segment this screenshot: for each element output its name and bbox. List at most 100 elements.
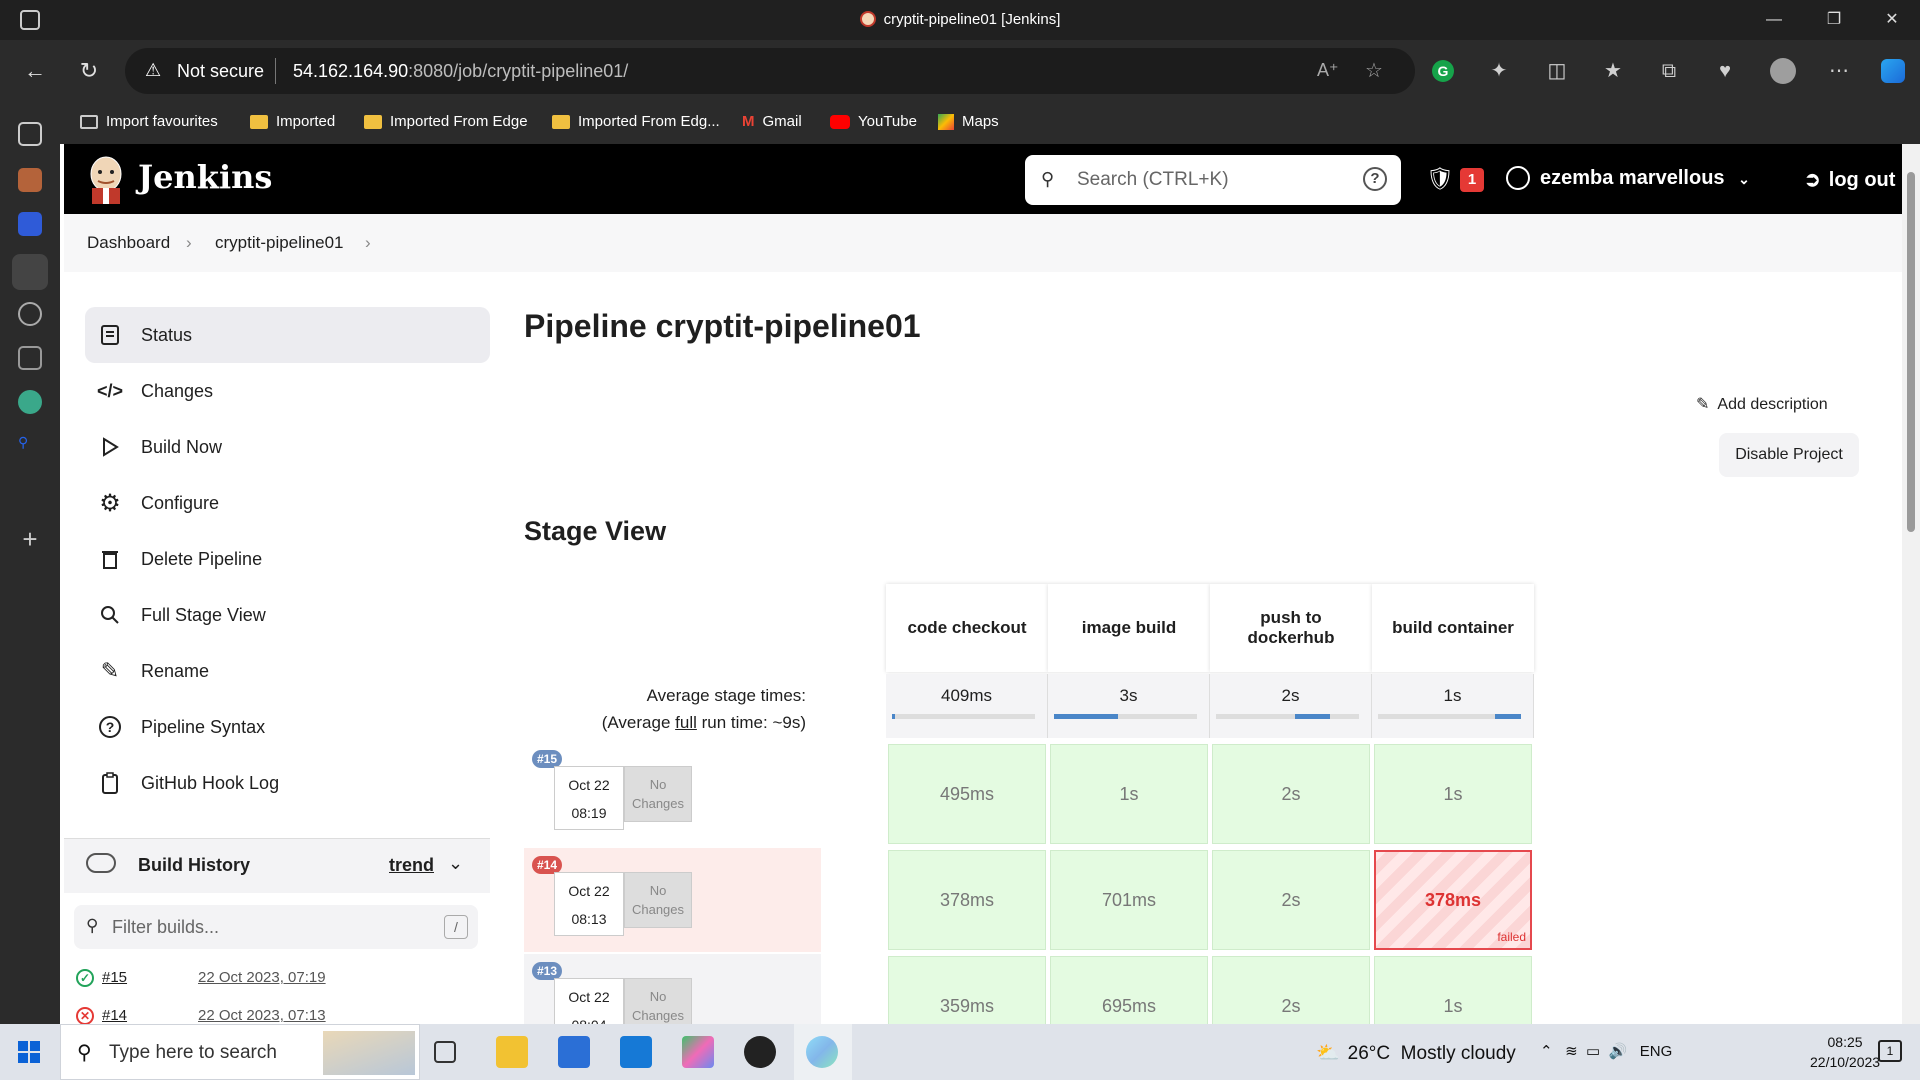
volume-icon[interactable]: 🔊	[1609, 1043, 1628, 1060]
store-icon[interactable]	[558, 1036, 590, 1068]
file-explorer-icon[interactable]	[496, 1036, 528, 1068]
task-changes[interactable]: </> Changes	[85, 363, 490, 419]
build-date[interactable]: 22 Oct 2023, 07:13	[198, 1007, 326, 1024]
extensions-icon[interactable]: ✦	[1480, 52, 1518, 90]
task-status[interactable]: Status	[85, 307, 490, 363]
task-pipeline-syntax[interactable]: ? Pipeline Syntax	[85, 699, 490, 755]
cloud-sun-icon: ⛅	[1316, 1043, 1340, 1064]
read-aloud-icon[interactable]: A⁺	[1317, 60, 1339, 81]
task-delete-pipeline[interactable]: Delete Pipeline	[85, 531, 490, 587]
filter-builds-input[interactable]: ⚲ Filter builds... /	[74, 905, 478, 949]
chevron-down-icon[interactable]: ⌄	[448, 853, 463, 874]
task-github-hook-log[interactable]: GitHub Hook Log	[85, 755, 490, 811]
copilot-icon[interactable]	[1874, 52, 1912, 90]
language-indicator[interactable]: ENG	[1640, 1043, 1673, 1060]
sidebar-docs-icon[interactable]	[18, 346, 42, 370]
security-shield-icon[interactable]: 🛡	[1426, 166, 1454, 192]
trend-link[interactable]: trend	[389, 855, 434, 876]
stage-cell-success[interactable]: 2s	[1212, 850, 1370, 950]
search-box[interactable]: ⚲ Search (CTRL+K) ?	[1025, 155, 1401, 205]
stage-view-title: Stage View	[524, 516, 667, 546]
sidebar-cloud-icon[interactable]	[18, 212, 42, 236]
page-scrollbar[interactable]	[1902, 144, 1920, 1024]
task-full-stage-view[interactable]: Full Stage View	[85, 587, 490, 643]
add-description-button[interactable]: ✎ Add description	[1696, 394, 1828, 414]
github-icon[interactable]	[18, 302, 42, 326]
fav-youtube[interactable]: YouTube	[830, 113, 917, 130]
fav-imported[interactable]: Imported	[250, 113, 335, 130]
add-sidebar-icon[interactable]: +	[18, 526, 42, 552]
jenkins-logo-icon[interactable]	[86, 154, 126, 204]
breadcrumb-dashboard[interactable]: Dashboard	[87, 233, 170, 253]
build-number[interactable]: #14	[102, 1007, 127, 1024]
sidebar-search-icon[interactable]: ⚲	[18, 434, 42, 458]
restore-button[interactable]: ❐	[1806, 0, 1862, 40]
stage-cell-success[interactable]: 1s	[1374, 744, 1532, 844]
favorite-star-icon[interactable]: ☆	[1365, 58, 1383, 83]
taskbar-clock[interactable]: 08:25 22/10/2023	[1810, 1032, 1880, 1072]
sidebar-app-icon[interactable]	[18, 168, 42, 192]
fav-label: Maps	[962, 113, 999, 130]
performance-icon[interactable]: ♥	[1706, 52, 1744, 90]
tab-actions-icon[interactable]	[18, 122, 42, 146]
build-row[interactable]: ✕ #14 22 Oct 2023, 07:13	[64, 999, 490, 1024]
stage-cell-success[interactable]: 1s	[1050, 744, 1208, 844]
stage-cell-success[interactable]: 2s	[1212, 956, 1370, 1024]
avg-time-bar	[1216, 714, 1359, 719]
fav-import-favourites[interactable]: Import favourites	[80, 113, 218, 130]
back-icon[interactable]: ←	[16, 52, 54, 90]
security-label[interactable]: Not secure	[177, 61, 264, 82]
build-number[interactable]: #15	[102, 969, 127, 986]
stage-cell-success[interactable]: 378ms	[888, 850, 1046, 950]
security-badge[interactable]: 1	[1460, 168, 1484, 192]
task-rename[interactable]: ✎ Rename	[85, 643, 490, 699]
task-configure[interactable]: ⚙ Configure	[85, 475, 490, 531]
weather-widget[interactable]: ⛅ 26°C Mostly cloudy	[1316, 1041, 1516, 1065]
chevron-up-icon[interactable]: ⌃	[1540, 1043, 1553, 1060]
collections-icon[interactable]: ⧉	[1650, 52, 1688, 90]
favorites-icon[interactable]: ★	[1594, 52, 1632, 90]
refresh-icon[interactable]: ↻	[70, 52, 108, 90]
fav-maps[interactable]: Maps	[938, 113, 999, 130]
build-date[interactable]: 22 Oct 2023, 07:19	[198, 969, 326, 986]
stage-cell-success[interactable]: 695ms	[1050, 956, 1208, 1024]
disable-project-button[interactable]: Disable Project	[1719, 433, 1859, 477]
close-window-button[interactable]: ✕	[1864, 0, 1920, 40]
github-desktop-icon[interactable]	[744, 1036, 776, 1068]
windows-start-icon[interactable]	[18, 1041, 40, 1063]
breadcrumb-job[interactable]: cryptit-pipeline01	[215, 233, 344, 253]
git-app-icon[interactable]	[682, 1036, 714, 1068]
battery-icon[interactable]: ▭	[1586, 1043, 1600, 1060]
stage-cell-success[interactable]: 2s	[1212, 744, 1370, 844]
profile-avatar-icon[interactable]	[1764, 52, 1802, 90]
mail-icon[interactable]	[620, 1036, 652, 1068]
task-view-icon[interactable]	[434, 1041, 456, 1063]
scrollbar-thumb[interactable]	[1907, 172, 1915, 532]
user-menu[interactable]: ezemba marvellous ⌄	[1540, 167, 1750, 190]
split-screen-icon[interactable]: ◫	[1538, 52, 1576, 90]
taskbar-search[interactable]: ⚲ Type here to search	[60, 1024, 420, 1080]
address-bar[interactable]: ⚠ Not secure 54.162.164.90:8080/job/cryp…	[125, 48, 1415, 94]
avg-full-link[interactable]: full	[675, 713, 697, 732]
notifications-icon[interactable]: 1	[1878, 1040, 1902, 1062]
logout-button[interactable]: ➲ log out	[1804, 167, 1895, 192]
wifi-icon[interactable]: ≋	[1565, 1043, 1578, 1060]
stage-cell-success[interactable]: 359ms	[888, 956, 1046, 1024]
more-menu-icon[interactable]: ⋯	[1820, 52, 1858, 90]
build-row[interactable]: ✓ #15 22 Oct 2023, 07:19	[64, 961, 490, 997]
minimize-button[interactable]: —	[1746, 0, 1802, 40]
help-icon[interactable]: ?	[1363, 167, 1387, 191]
chatgpt-icon[interactable]	[18, 390, 42, 414]
fav-imported-from-edg[interactable]: Imported From Edg...	[552, 113, 720, 130]
stage-cell-failed[interactable]: 378ms failed	[1374, 850, 1532, 950]
task-build-now[interactable]: Build Now	[85, 419, 490, 475]
grammarly-icon[interactable]: G	[1424, 52, 1462, 90]
stage-cell-success[interactable]: 1s	[1374, 956, 1532, 1024]
jenkins-title[interactable]: Jenkins	[138, 158, 272, 196]
url-text[interactable]: 54.162.164.90:8080/job/cryptit-pipeline0…	[293, 61, 628, 82]
fav-gmail[interactable]: M Gmail	[742, 113, 802, 130]
stage-cell-success[interactable]: 495ms	[888, 744, 1046, 844]
sidebar-jenkins-icon[interactable]	[12, 254, 48, 290]
fav-imported-from-edge[interactable]: Imported From Edge	[364, 113, 528, 130]
stage-cell-success[interactable]: 701ms	[1050, 850, 1208, 950]
